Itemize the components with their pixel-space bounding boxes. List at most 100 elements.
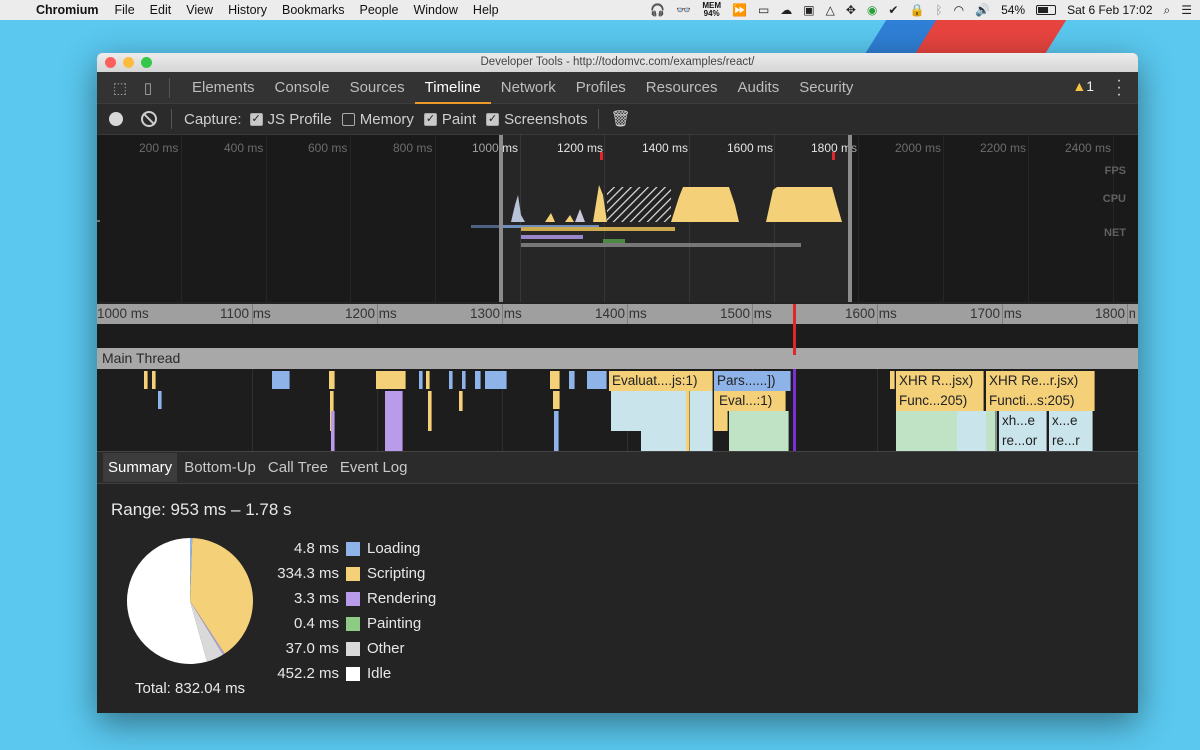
tab-bottom-up[interactable]: Bottom-Up xyxy=(179,453,261,482)
volume-icon[interactable]: 🔊 xyxy=(975,3,990,17)
window-titlebar[interactable]: Developer Tools - http://todomvc.com/exa… xyxy=(97,53,1138,72)
flame-event[interactable] xyxy=(385,391,403,451)
clock[interactable]: Sat 6 Feb 17:02 xyxy=(1067,3,1152,17)
parse-html-event[interactable]: Pars......]) xyxy=(714,371,791,391)
flame-event[interactable] xyxy=(459,391,463,411)
flame-event[interactable] xyxy=(331,411,335,451)
flame-event[interactable] xyxy=(449,371,453,389)
spotlight-icon[interactable]: ⌕ xyxy=(1164,3,1171,18)
screen-icon[interactable]: ▭ xyxy=(758,3,769,17)
battery-icon[interactable] xyxy=(1036,5,1057,15)
tab-console[interactable]: Console xyxy=(265,72,340,104)
flame-event[interactable] xyxy=(272,371,290,389)
minimize-button[interactable] xyxy=(123,57,134,68)
flame-event[interactable] xyxy=(587,371,607,389)
menu-people[interactable]: People xyxy=(360,3,399,17)
flame-event[interactable] xyxy=(890,371,895,389)
headphones-icon[interactable]: 🎧 xyxy=(650,3,665,17)
menu-window[interactable]: Window xyxy=(413,3,457,17)
flame-event[interactable] xyxy=(419,371,423,389)
glasses-icon[interactable]: 👓 xyxy=(676,3,691,17)
tab-summary[interactable]: Summary xyxy=(103,453,178,482)
evaluate-script-event[interactable]: Evaluat....js:1) xyxy=(609,371,713,391)
xhr-event[interactable]: xh...e xyxy=(999,411,1047,431)
flame-event[interactable] xyxy=(729,411,789,451)
flame-event[interactable] xyxy=(428,391,432,431)
tab-timeline[interactable]: Timeline xyxy=(414,72,491,104)
tab-sources[interactable]: Sources xyxy=(340,72,415,104)
main-thread-header[interactable]: Main Thread xyxy=(97,348,1138,369)
ready-state-event[interactable]: re...or xyxy=(999,431,1047,451)
lock-icon[interactable]: 🔒 xyxy=(909,3,924,17)
flame-event[interactable] xyxy=(641,431,713,451)
whatsapp-icon[interactable]: ◉ xyxy=(867,3,877,17)
menu-view[interactable]: View xyxy=(186,3,213,17)
device-mode-icon[interactable]: ▯ xyxy=(137,77,159,99)
memory-indicator[interactable]: MEM 94% xyxy=(702,2,721,18)
flame-event[interactable] xyxy=(550,371,560,389)
record-button[interactable] xyxy=(109,112,123,126)
app-menu[interactable]: Chromium xyxy=(36,3,99,17)
flame-event[interactable] xyxy=(158,391,162,409)
tab-profiles[interactable]: Profiles xyxy=(566,72,636,104)
flame-event[interactable] xyxy=(986,411,996,451)
flame-event[interactable] xyxy=(152,371,156,389)
checkbox-screenshots[interactable]: ✓ Screenshots xyxy=(486,111,588,128)
tab-network[interactable]: Network xyxy=(491,72,566,104)
menu-history[interactable]: History xyxy=(228,3,267,17)
xhr-load-event[interactable]: XHR R...jsx) xyxy=(896,371,984,391)
menu-bookmarks[interactable]: Bookmarks xyxy=(282,3,345,17)
menu-file[interactable]: File xyxy=(115,3,135,17)
menu-edit[interactable]: Edit xyxy=(150,3,172,17)
xhr-load-event[interactable]: XHR Re...r.jsx) xyxy=(986,371,1095,391)
flame-event[interactable] xyxy=(376,371,406,389)
selection-handle-right[interactable] xyxy=(848,135,852,302)
zoom-button[interactable] xyxy=(141,57,152,68)
notification-center-icon[interactable]: ☰ xyxy=(1181,3,1192,17)
clear-button[interactable] xyxy=(141,111,157,127)
close-button[interactable] xyxy=(105,57,116,68)
drive-icon[interactable]: △ xyxy=(826,3,835,17)
tab-resources[interactable]: Resources xyxy=(636,72,728,104)
timeline-overview[interactable]: 200 ms 400 ms 600 ms 800 ms 1000 ms 1200… xyxy=(97,135,1138,302)
flame-event[interactable] xyxy=(485,371,507,389)
function-call-event[interactable]: Func...205) xyxy=(896,391,984,411)
cloud-icon[interactable]: ☁ xyxy=(780,3,792,17)
flame-event[interactable] xyxy=(686,391,690,451)
check-icon[interactable]: ✔ xyxy=(888,3,898,17)
flame-event[interactable] xyxy=(475,371,481,389)
flame-event[interactable] xyxy=(144,371,148,389)
flame-event[interactable] xyxy=(569,371,575,389)
checkbox-js-profile[interactable]: ✓ JS Profile xyxy=(249,111,332,128)
menu-help[interactable]: Help xyxy=(473,3,499,17)
trash-icon[interactable]: 🗑 xyxy=(611,109,631,129)
bluetooth-icon[interactable]: ᛒ xyxy=(935,3,942,17)
tab-event-log[interactable]: Event Log xyxy=(335,453,413,482)
checkbox-memory[interactable]: Memory xyxy=(341,111,414,128)
flame-event[interactable] xyxy=(554,411,559,451)
flame-chart[interactable]: Evaluat....js:1) Pars......]) Eval...:1)… xyxy=(97,369,1138,451)
flame-event[interactable] xyxy=(462,371,466,389)
flame-event[interactable] xyxy=(714,411,728,431)
xhr-event[interactable]: x...e xyxy=(1049,411,1093,431)
briefcase-icon[interactable]: ▣ xyxy=(803,3,814,17)
tab-audits[interactable]: Audits xyxy=(728,72,790,104)
more-options-icon[interactable]: · · · xyxy=(1116,73,1122,103)
tab-security[interactable]: Security xyxy=(789,72,863,104)
flame-event[interactable] xyxy=(426,371,430,389)
dropbox-icon[interactable]: ✥ xyxy=(846,3,856,17)
selection-handle-left[interactable] xyxy=(499,135,503,302)
tab-call-tree[interactable]: Call Tree xyxy=(263,453,333,482)
warnings-indicator[interactable]: ▲1 xyxy=(1072,78,1094,94)
flame-event[interactable] xyxy=(329,371,335,389)
flame-event[interactable] xyxy=(553,391,560,409)
evaluate-event[interactable]: Eval...:1) xyxy=(716,391,786,411)
ready-state-event[interactable]: re...r xyxy=(1049,431,1093,451)
wifi-icon[interactable]: ◠ xyxy=(954,3,964,17)
function-call-event[interactable]: Functi...s:205) xyxy=(986,391,1095,411)
checkbox-paint[interactable]: ✓ Paint xyxy=(423,111,476,128)
tab-elements[interactable]: Elements xyxy=(182,72,265,104)
inspect-element-icon[interactable]: ⬚ xyxy=(109,77,131,99)
flame-event[interactable] xyxy=(611,391,713,431)
fast-forward-icon[interactable]: ⏩ xyxy=(732,3,747,17)
